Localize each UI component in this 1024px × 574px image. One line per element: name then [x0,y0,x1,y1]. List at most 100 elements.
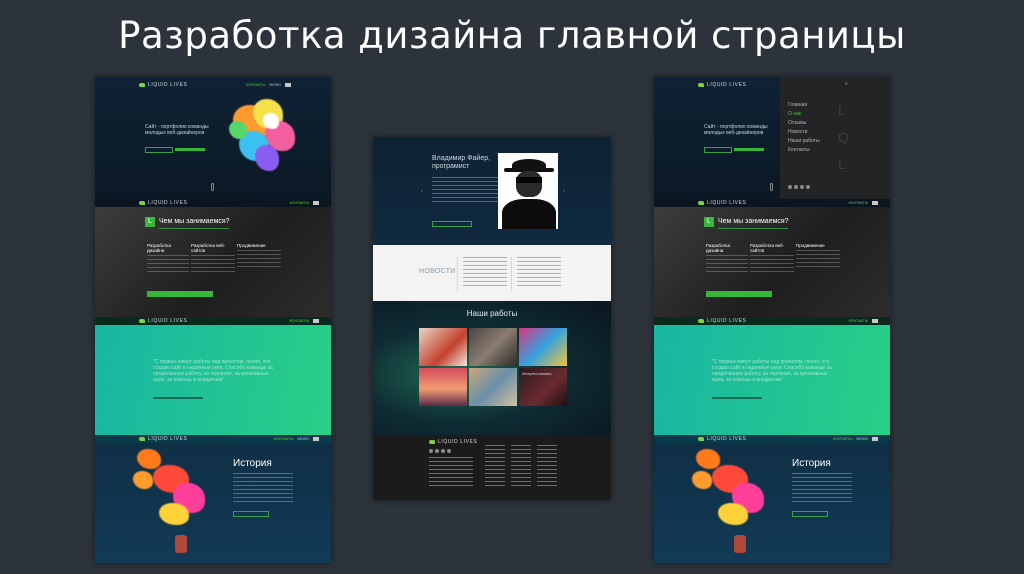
gallery-thumb-6[interactable]: Интернет-магазин [519,368,567,406]
logo-drop-icon [139,319,145,323]
right-col-3: Продвижение [796,243,840,270]
right-col-text [796,250,840,270]
gallery-thumb-4[interactable] [419,368,467,406]
right-section-bar-3: LIQUID LIVES КОНТАКТЫ МЕНЮ [654,435,890,443]
hamburger-icon[interactable] [872,437,878,441]
center-person-photo [498,153,558,229]
hamburger-icon[interactable] [313,319,319,323]
social-icon[interactable] [447,449,451,453]
logo-text: LIQUID LIVES [148,82,188,88]
right-section-bar-2: LIQUID LIVES КОНТАКТЫ [654,317,890,325]
center-footer-links-3 [537,445,557,489]
social-icon[interactable] [806,185,810,189]
center-footer-logo: LIQUID LIVES [429,439,477,445]
logo-text: LIQUID LIVES [438,439,478,445]
right-scroll-icon[interactable] [770,183,773,191]
right-hero-section: LIQUID LIVES Сайт - портфолио команды мо… [654,77,890,205]
gallery-thumb-2[interactable] [469,328,517,366]
center-person-button[interactable] [432,221,472,227]
menu-item-reviews[interactable]: Отзывы [788,119,820,128]
left-section-title: Чем мы занимаемся? [159,218,230,225]
center-person-text: Владимир Файер, програмист [432,155,498,203]
gallery-thumb-1[interactable] [419,328,467,366]
menu-letter: L [838,156,846,172]
social-icon[interactable] [429,449,433,453]
left-col-1: Разработка дизайна [147,243,189,275]
left-quote-author [153,397,203,399]
gallery-thumb-3[interactable] [519,328,567,366]
right-menu-social-icons [788,185,810,189]
nav-menu-link[interactable]: МЕНЮ [297,437,309,441]
menu-item-news[interactable]: Новости [788,128,820,137]
left-testimonial-section: "С первых минут работы над проектом, пон… [95,325,331,435]
center-gallery: Интернет-магазин [419,328,567,408]
center-page-mockup: ‹ Владимир Файер, програмист › НОВОСТИ Н… [373,137,611,500]
center-news-item-1[interactable] [463,257,507,287]
nav-contacts-link[interactable]: КОНТАКТЫ [290,319,309,323]
nav-menu-link[interactable]: МЕНЮ [856,437,868,441]
left-col-text [237,250,281,270]
right-col-title: Продвижение [796,243,825,248]
hamburger-icon[interactable] [872,319,878,323]
right-section-letter-icon: L [704,217,714,227]
nav-contacts-link[interactable]: КОНТАКТЫ [246,83,265,87]
nav-contacts-link[interactable]: КОНТАКТЫ [849,201,868,205]
center-next-arrow-icon[interactable]: › [563,189,565,195]
left-nav: КОНТАКТЫ МЕНЮ [246,83,291,87]
left-col-3: Продвижение [237,243,281,270]
hamburger-icon[interactable] [313,437,319,441]
menu-item-contacts[interactable]: Контакты [788,146,820,155]
nav-menu-link[interactable]: МЕНЮ [269,83,281,87]
nav-contacts-link[interactable]: КОНТАКТЫ [833,437,852,441]
right-col-text [750,255,794,275]
right-col-title: Разработка дизайна [706,243,730,253]
logo-drop-icon [139,437,145,441]
right-col-text [706,255,748,275]
center-footer-links-1 [485,445,505,489]
left-col-2: Разработка веб-сайтов [191,243,235,275]
hamburger-icon[interactable] [872,201,878,205]
social-icon[interactable] [794,185,798,189]
left-scroll-icon[interactable] [211,183,214,191]
center-news-label: НОВОСТИ [419,268,456,275]
right-history-text [792,473,852,503]
social-icon[interactable] [435,449,439,453]
gallery-thumb-caption: Интернет-магазин [522,372,552,376]
social-icon[interactable] [441,449,445,453]
right-services-button[interactable] [706,291,772,297]
center-person-bio [432,177,498,203]
center-prev-arrow-icon[interactable]: ‹ [421,189,423,195]
left-services-button[interactable] [147,291,213,297]
right-menu-close-icon[interactable]: ✕ [845,81,848,86]
center-news-item-2[interactable] [517,257,561,287]
logo-text: LIQUID LIVES [148,200,188,206]
menu-item-works[interactable]: Наши работы [788,137,820,146]
center-footer-social-icons [429,449,451,453]
right-section-bar-1: LIQUID LIVES КОНТАКТЫ [654,199,890,207]
nav-contacts-link[interactable]: КОНТАКТЫ [274,437,293,441]
left-page-mockup: LIQUID LIVES КОНТАКТЫ МЕНЮ Сайт - портфо… [95,77,331,563]
right-col-title: Разработка веб-сайтов [750,243,785,253]
left-hero-button[interactable] [145,147,173,153]
menu-item-home[interactable]: Главная [788,101,820,110]
hamburger-icon[interactable] [313,201,319,205]
nav-contacts-link[interactable]: КОНТАКТЫ [849,319,868,323]
nav-contacts-link[interactable]: КОНТАКТЫ [290,201,309,205]
right-hero-button[interactable] [704,147,732,153]
hamburger-icon[interactable] [285,83,291,87]
center-footer-links-2 [511,445,531,489]
right-history-button[interactable] [792,511,828,517]
center-works-section: Наши работы Интернет-магазин [373,301,611,435]
gallery-thumb-5[interactable] [469,368,517,406]
center-works-title: Наши работы [466,309,518,318]
menu-item-about[interactable]: О нас [788,110,820,119]
left-col-title: Разработка веб-сайтов [191,243,226,253]
social-icon[interactable] [800,185,804,189]
right-col-1: Разработка дизайна [706,243,748,275]
left-hero-green-bar [175,148,205,151]
logo-drop-icon [429,440,435,444]
right-page-mockup: LIQUID LIVES Сайт - портфолио команды мо… [654,77,890,563]
right-hero-text: Сайт - портфолио команды молодых веб-диз… [704,124,768,136]
social-icon[interactable] [788,185,792,189]
left-history-button[interactable] [233,511,269,517]
